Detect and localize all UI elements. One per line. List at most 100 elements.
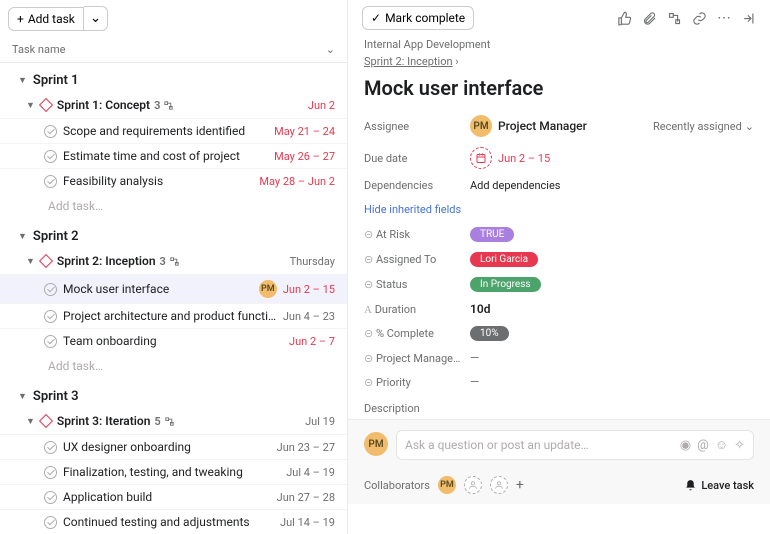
add-collaborator-2[interactable] (490, 476, 508, 494)
assignee-avatar[interactable]: PM (259, 280, 277, 298)
comment-input[interactable]: Ask a question or post an update… ◉ @ ☺ … (396, 430, 754, 460)
at-risk-pill[interactable]: TRUE (470, 227, 514, 242)
due-date-value[interactable]: Jun 2 – 15 (498, 152, 550, 165)
task-row[interactable]: UX designer onboardingJun 23 – 27 (0, 434, 347, 459)
assignee-avatar[interactable]: PM (470, 115, 492, 137)
task-date: Jun 2 – 15 (283, 283, 335, 296)
section-header[interactable]: ▼Sprint 1 (0, 63, 347, 92)
field-dependencies: Dependencies Add dependencies (348, 174, 770, 197)
task-title: Scope and requirements identified (63, 124, 268, 138)
record-icon[interactable]: ◉ (680, 438, 691, 453)
task-date: Jul 14 – 19 (280, 516, 335, 529)
section-name: Sprint 2 (33, 229, 79, 244)
caret-down-icon[interactable]: ▼ (26, 416, 35, 427)
task-row[interactable]: Feasibility analysisMay 28 – Jun 2 (0, 168, 347, 193)
add-task-inline[interactable]: Add task… (0, 193, 347, 219)
assignee-name[interactable]: Project Manager (498, 119, 587, 133)
task-row[interactable]: Application buildJun 27 – 28 (0, 484, 347, 509)
field-icon: ⊝ (364, 352, 373, 365)
like-icon[interactable] (617, 11, 632, 26)
task-row[interactable]: Mock user interfacePMJun 2 – 15 (0, 274, 347, 303)
complete-checkbox[interactable] (44, 150, 57, 163)
field-icon: ⊝ (364, 327, 373, 340)
field-project-manage: ⊝ Project Manage… — (348, 346, 770, 370)
hide-inherited-fields[interactable]: Hide inherited fields (348, 197, 770, 222)
add-task-button[interactable]: + Add task (8, 7, 84, 31)
complete-checkbox[interactable] (44, 175, 57, 188)
task-row[interactable]: Estimate time and cost of projectMay 26 … (0, 143, 347, 168)
caret-down-icon[interactable]: ▼ (18, 231, 27, 242)
add-task-inline[interactable]: Add task… (0, 353, 347, 379)
field-icon: A (364, 304, 372, 316)
caret-down-icon[interactable]: ▼ (26, 256, 35, 267)
leave-task-button[interactable]: Leave task (684, 479, 754, 492)
complete-checkbox[interactable] (44, 310, 57, 323)
add-dependencies-button[interactable]: Add dependencies (470, 179, 561, 192)
collaborator-avatar[interactable]: PM (438, 476, 456, 494)
complete-checkbox[interactable] (44, 466, 57, 479)
complete-checkbox[interactable] (44, 516, 57, 529)
task-title[interactable]: Mock user interface (348, 70, 770, 110)
section-name: Sprint 3 (33, 389, 79, 404)
milestone-icon (39, 98, 53, 112)
task-row[interactable]: Continued testing and adjustmentsJul 14 … (0, 509, 347, 534)
section-header[interactable]: ▼ Sprint 3 (0, 379, 347, 408)
complete-checkbox[interactable] (44, 283, 57, 296)
star-icon[interactable]: ✧ (734, 438, 745, 453)
task-title: Feasibility analysis (63, 174, 253, 188)
close-panel-icon[interactable] (741, 11, 756, 26)
chevron-right-icon: › (455, 55, 458, 68)
breadcrumb-section[interactable]: Sprint 2: Inception (364, 55, 453, 68)
breadcrumb-project[interactable]: Internal App Development (364, 38, 490, 51)
caret-down-icon[interactable]: ▼ (18, 391, 27, 402)
task-row[interactable]: Project architecture and product functio… (0, 303, 347, 328)
task-title: Application build (63, 490, 271, 504)
pct-complete-pill[interactable]: 10% (470, 326, 509, 341)
add-task-label: Add task (28, 12, 75, 26)
subsection-header[interactable]: ▼Sprint 1: Concept 3 Jun 2 (0, 92, 347, 118)
complete-checkbox[interactable] (44, 491, 57, 504)
task-row[interactable]: Finalization, testing, and tweakingJul 4… (0, 459, 347, 484)
task-title: Finalization, testing, and tweaking (63, 465, 280, 479)
plus-icon: + (17, 12, 24, 26)
link-icon[interactable] (692, 11, 707, 26)
caret-down-icon[interactable]: ▼ (18, 75, 27, 86)
duration-value[interactable]: 10d (470, 302, 490, 316)
project-manage-value[interactable]: — (470, 351, 479, 365)
field-icon: ⊝ (364, 253, 373, 266)
subtask-icon[interactable] (667, 11, 682, 26)
emoji-icon[interactable]: ☺ (715, 437, 728, 453)
mark-complete-label: Mark complete (385, 11, 465, 25)
complete-checkbox[interactable] (44, 335, 57, 348)
add-collaborator-1[interactable] (464, 476, 482, 494)
caret-down-icon[interactable]: ▼ (26, 100, 35, 111)
complete-checkbox[interactable] (44, 125, 57, 138)
status-pill[interactable]: In Progress (470, 277, 541, 292)
complete-checkbox[interactable] (44, 441, 57, 454)
description-label: Description (348, 394, 770, 419)
recently-assigned-dropdown[interactable]: Recently assigned ⌄ (653, 120, 754, 133)
chevron-down-icon: ⌄ (745, 120, 754, 133)
add-task-dropdown[interactable]: ⌄ (84, 6, 108, 31)
leave-task-label: Leave task (701, 479, 754, 492)
due-date-label: Due date (364, 152, 462, 165)
assigned-to-pill[interactable]: Lori Garcia (470, 252, 538, 267)
mention-icon[interactable]: @ (697, 438, 709, 453)
chevron-down-icon[interactable]: ⌄ (326, 43, 335, 56)
field-icon: ⊝ (364, 228, 373, 241)
check-icon: ✓ (371, 11, 381, 25)
subsection-header[interactable]: ▼Sprint 2: Inception 3 Thursday (0, 248, 347, 274)
more-icon[interactable]: ⋯ (717, 10, 731, 26)
task-row[interactable]: Scope and requirements identifiedMay 21 … (0, 118, 347, 143)
section-header[interactable]: ▼ Sprint 2 (0, 219, 347, 248)
calendar-icon[interactable] (470, 147, 492, 169)
add-collaborator-plus[interactable]: + (516, 477, 524, 493)
field-status: ⊝ Status In Progress (348, 272, 770, 297)
subsection-date: Jul 19 (305, 415, 335, 428)
subsection-header[interactable]: ▼Sprint 3: Iteration 5 Jul 19 (0, 408, 347, 434)
mark-complete-button[interactable]: ✓ Mark complete (362, 6, 474, 30)
subsection-name: Sprint 1: Concept 3 (57, 98, 302, 112)
task-row[interactable]: Team onboardingJun 2 – 7 (0, 328, 347, 353)
attachment-icon[interactable] (642, 11, 657, 26)
priority-value[interactable]: — (470, 375, 479, 389)
